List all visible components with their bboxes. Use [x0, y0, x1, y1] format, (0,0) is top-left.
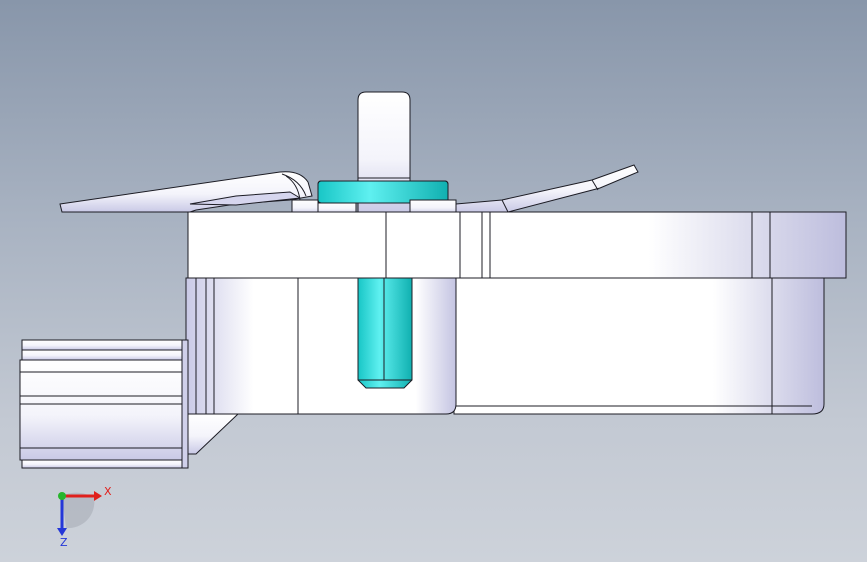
left-tab[interactable] [59, 171, 313, 213]
x-axis-label: X [104, 485, 112, 498]
housing-left[interactable] [185, 277, 457, 415]
orientation-triad[interactable]: X Z [44, 478, 124, 548]
right-tab[interactable] [455, 164, 639, 213]
housing-right[interactable] [453, 277, 825, 415]
top-plate[interactable] [187, 211, 847, 279]
cad-viewport[interactable] [0, 0, 867, 562]
screw-shank[interactable] [357, 277, 413, 389]
z-axis-label: Z [60, 536, 68, 548]
bracket[interactable] [185, 413, 240, 455]
model[interactable] [19, 91, 847, 469]
connector[interactable] [19, 339, 189, 469]
